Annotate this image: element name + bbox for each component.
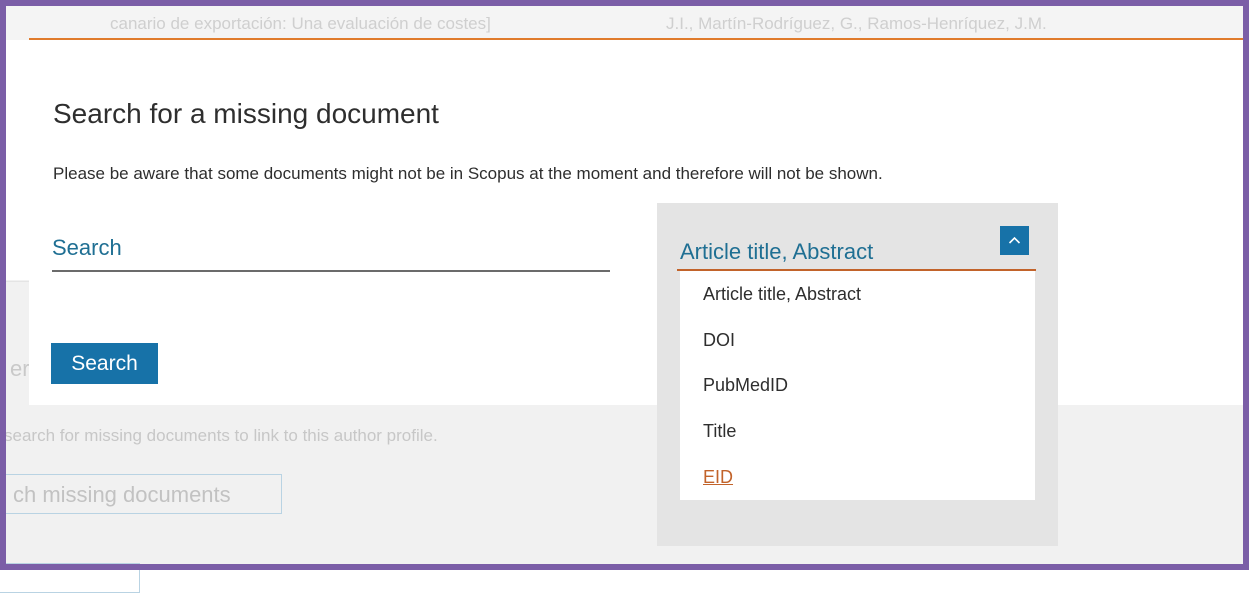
background-search-missing-button: ch missing documents — [0, 474, 282, 514]
dropdown-option-article-title-abstract[interactable]: Article title, Abstract — [703, 284, 861, 305]
chevron-up-icon[interactable] — [1000, 226, 1029, 255]
missing-document-dialog: Search for a missing document Please be … — [29, 38, 1243, 405]
background-secondary-button — [0, 563, 140, 593]
dropdown-option-doi[interactable]: DOI — [703, 330, 735, 351]
dropdown-option-pubmedid[interactable]: PubMedID — [703, 375, 788, 396]
background-row-title: canario de exportación: Una evaluación d… — [110, 14, 491, 33]
dropdown-selected-value[interactable]: Article title, Abstract — [680, 239, 873, 265]
background-results-row: canario de exportación: Una evaluación d… — [6, 0, 1243, 40]
background-row-authors: J.I., Martín-Rodríguez, G., Ramos-Henríq… — [666, 14, 1047, 33]
background-heading: er — [10, 356, 30, 381]
search-field-dropdown: Article title, Abstract Article title, A… — [657, 203, 1058, 546]
dropdown-option-eid[interactable]: EID — [703, 467, 733, 488]
search-input[interactable] — [52, 230, 610, 272]
background-description: search for missing documents to link to … — [4, 426, 438, 445]
dialog-note: Please be aware that some documents migh… — [53, 164, 883, 183]
search-button[interactable]: Search — [51, 343, 158, 384]
dialog-title: Search for a missing document — [53, 98, 439, 129]
dropdown-options-list: Article title, Abstract DOI PubMedID Tit… — [680, 271, 1035, 500]
dropdown-option-title[interactable]: Title — [703, 421, 736, 442]
